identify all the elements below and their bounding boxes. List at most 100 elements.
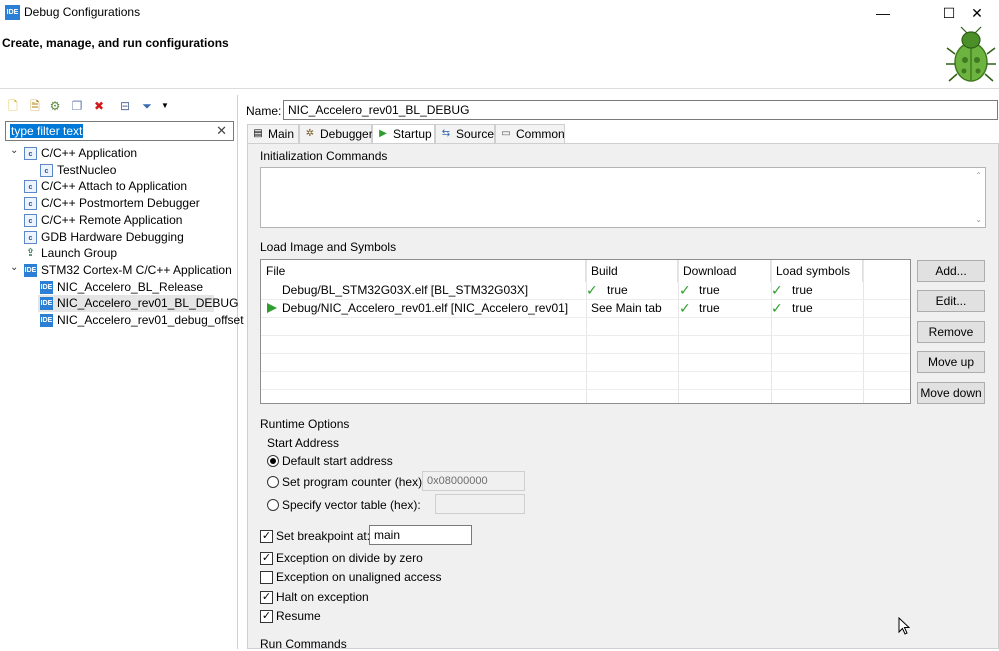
tree-item-label: Launch Group [41, 246, 118, 260]
unaligned-access-label: Exception on unaligned access [276, 570, 442, 584]
name-field[interactable]: NIC_Accelero_rev01_BL_DEBUG [283, 100, 998, 120]
tree-item-label: STM32 Cortex-M C/C++ Application [41, 263, 232, 277]
move-up-button[interactable]: Move up [917, 351, 985, 373]
pc-value-field[interactable]: 0x08000000 [422, 471, 525, 491]
init-commands-title: Initialization Commands [260, 149, 388, 163]
download-cell: true [699, 283, 720, 297]
export-icon[interactable]: ⚙ [48, 99, 62, 113]
tab-label: Startup [393, 127, 432, 141]
tree-item[interactable]: c TestNucleo [38, 162, 238, 179]
set-breakpoint-checkbox[interactable]: ✓ [260, 530, 273, 543]
tab-startup[interactable]: ▶ Startup [372, 124, 435, 144]
divide-by-zero-checkbox[interactable]: ✓ [260, 552, 273, 565]
add-button[interactable]: Add... [917, 260, 985, 282]
init-commands-textarea[interactable]: ⌃ ⌄ [260, 167, 986, 228]
resume-checkbox[interactable]: ✓ [260, 610, 273, 623]
halt-on-exception-checkbox[interactable]: ✓ [260, 591, 273, 604]
launch-group-icon: ⇪ [25, 247, 36, 259]
tree-item-label: C/C++ Postmortem Debugger [41, 196, 200, 210]
delete-icon[interactable]: ✖ [92, 99, 106, 113]
tab-label: Common [516, 127, 565, 141]
load-symbols-cell: true [792, 283, 813, 297]
set-pc-label: Set program counter (hex): [282, 475, 426, 489]
column-header-file[interactable]: File [261, 260, 586, 282]
filter-input[interactable]: type filter text ✕ [5, 121, 234, 141]
vector-table-label: Specify vector table (hex): [282, 498, 421, 512]
start-address-title: Start Address [267, 436, 340, 450]
startup-tab-icon: ▶ [379, 128, 387, 139]
tab-source[interactable]: ⇆ Source [435, 124, 495, 144]
table-row[interactable]: Debug/NIC_Accelero_rev01.elf [NIC_Accele… [261, 300, 910, 318]
tree-item-label: C/C++ Application [41, 146, 138, 160]
runtime-options-title: Runtime Options [260, 417, 350, 431]
tree-item[interactable]: IDE NIC_Accelero_BL_Release [38, 279, 238, 296]
tree-item[interactable]: c C/C++ Postmortem Debugger [22, 195, 222, 212]
scroll-down-icon[interactable]: ⌄ [975, 215, 982, 224]
build-cell: See Main tab [591, 301, 662, 315]
table-row[interactable]: Debug/BL_STM32G03X.elf [BL_STM32G03X] ✓ … [261, 282, 910, 300]
unaligned-access-checkbox[interactable] [260, 571, 273, 584]
active-image-icon [267, 303, 277, 313]
build-cell: true [607, 283, 628, 297]
tree-item-label: C/C++ Attach to Application [41, 179, 188, 193]
check-icon: ✓ [679, 282, 691, 298]
file-cell: Debug/BL_STM32G03X.elf [BL_STM32G03X] [282, 283, 529, 297]
load-image-table[interactable]: File Build Download Load symbols Debug/B… [260, 259, 911, 404]
source-tab-icon: ⇆ [441, 128, 451, 139]
close-icon[interactable]: ✕ [955, 2, 999, 24]
remove-button[interactable]: Remove [917, 321, 985, 343]
name-label: Name: [246, 104, 282, 118]
table-row [261, 318, 910, 336]
stm32-config-icon: IDE [40, 281, 53, 294]
new-prototype-icon[interactable]: 🗎 [28, 99, 42, 113]
tree-item[interactable]: IDE NIC_Accelero_rev01_debug_offset [38, 312, 244, 329]
configuration-editor: Name: NIC_Accelero_rev01_BL_DEBUG ▤ Main… [242, 95, 999, 651]
breakpoint-field[interactable]: main [369, 525, 472, 545]
tree-item[interactable]: c C/C++ Remote Application [22, 212, 222, 229]
vector-table-radio[interactable] [267, 499, 279, 511]
startup-tab-content: Initialization Commands ⌃ ⌄ Load Image a… [247, 143, 999, 651]
tab-main[interactable]: ▤ Main [247, 124, 299, 144]
scroll-up-icon[interactable]: ⌃ [975, 171, 982, 180]
tree-item[interactable]: ⌄ IDE STM32 Cortex-M C/C++ Application [10, 262, 232, 279]
expand-chevron-icon[interactable]: ⌄ [10, 142, 20, 159]
expand-chevron-icon[interactable]: ⌄ [10, 259, 20, 276]
tree-item[interactable]: c C/C++ Attach to Application [22, 178, 222, 195]
tree-item[interactable]: ⌄ c C/C++ Application [10, 145, 222, 162]
title-bar: IDE Debug Configurations — ☐ ✕ [0, 0, 999, 26]
move-down-button[interactable]: Move down [917, 382, 985, 404]
filter-icon[interactable]: ⏷ [140, 99, 154, 113]
resume-label: Resume [276, 609, 321, 623]
dropdown-icon[interactable]: ▼ [158, 99, 172, 113]
dialog-header: Create, manage, and run configurations [0, 26, 999, 89]
debugger-tab-icon: ✲ [305, 128, 315, 139]
default-start-radio[interactable] [267, 455, 279, 467]
stm32-config-icon: IDE [24, 264, 37, 277]
tab-debugger[interactable]: ✲ Debugger [299, 124, 373, 144]
mouse-cursor-icon [898, 617, 910, 635]
tree-item[interactable]: ⇪ Launch Group [22, 245, 222, 262]
tab-common[interactable]: ▭ Common [495, 124, 565, 144]
clear-filter-icon[interactable]: ✕ [216, 123, 227, 139]
stm32-config-icon: IDE [40, 297, 53, 310]
column-header-download[interactable]: Download [678, 260, 771, 282]
tree-item-label: GDB Hardware Debugging [41, 230, 184, 244]
set-pc-radio[interactable] [267, 476, 279, 488]
column-header-build[interactable]: Build [586, 260, 678, 282]
tree-item[interactable]: IDE NIC_Accelero_rev01_BL_DEBUG [38, 295, 238, 312]
check-icon: ✓ [586, 282, 598, 298]
collapse-all-icon[interactable]: ⊟ [118, 99, 132, 113]
c-config-icon: c [24, 197, 37, 210]
tree-item-label: TestNucleo [57, 163, 117, 177]
vector-table-field[interactable] [435, 494, 525, 514]
table-row [261, 372, 910, 390]
new-config-icon[interactable]: 🗋 [6, 99, 20, 113]
minimize-button[interactable]: — [861, 2, 905, 24]
tree-item-label: C/C++ Remote Application [41, 213, 183, 227]
edit-button[interactable]: Edit... [917, 290, 985, 312]
tree-item[interactable]: c GDB Hardware Debugging [22, 229, 222, 246]
duplicate-icon[interactable]: ❐ [70, 99, 84, 113]
configuration-list-pane: 🗋 🗎 ⚙ ❐ ✖ ⊟ ⏷ ▼ type filter text ✕ ⌄ c C/C… [0, 95, 244, 649]
column-header-load-symbols[interactable]: Load symbols [771, 260, 863, 282]
main-tab-icon: ▤ [253, 128, 263, 139]
